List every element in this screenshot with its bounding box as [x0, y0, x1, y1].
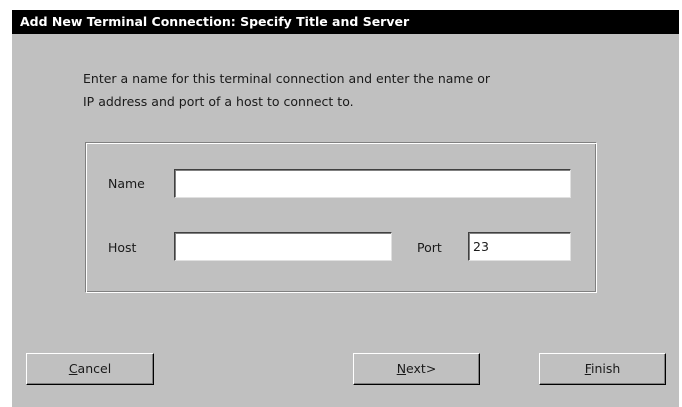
- cancel-button-label: ancel: [77, 361, 112, 376]
- cancel-button-mnemonic: C: [68, 361, 78, 376]
- name-label: Name: [108, 176, 145, 191]
- cancel-button[interactable]: Cancel: [26, 353, 154, 385]
- finish-button[interactable]: Finish: [539, 353, 666, 385]
- port-field[interactable]: 23: [468, 232, 571, 261]
- intro-line-1: Enter a name for this terminal connectio…: [83, 71, 491, 86]
- dialog-title: Add New Terminal Connection: Specify Tit…: [20, 14, 410, 29]
- intro-line-2: IP address and port of a host to connect…: [83, 94, 354, 109]
- dialog-title-bar[interactable]: Add New Terminal Connection: Specify Tit…: [12, 10, 679, 34]
- next-button-label: ext>: [406, 361, 437, 376]
- dialog-window: Add New Terminal Connection: Specify Tit…: [0, 0, 682, 407]
- host-field[interactable]: [174, 232, 392, 261]
- finish-button-label: inish: [590, 361, 621, 376]
- next-button-mnemonic: N: [396, 361, 407, 376]
- name-field[interactable]: [174, 169, 571, 198]
- connection-settings-group: [85, 142, 597, 293]
- host-label: Host: [108, 240, 137, 255]
- dialog-body: Enter a name for this terminal connectio…: [12, 34, 679, 407]
- port-label: Port: [417, 240, 442, 255]
- intro-text: Enter a name for this terminal connectio…: [83, 67, 643, 113]
- next-button[interactable]: Next>: [353, 353, 480, 385]
